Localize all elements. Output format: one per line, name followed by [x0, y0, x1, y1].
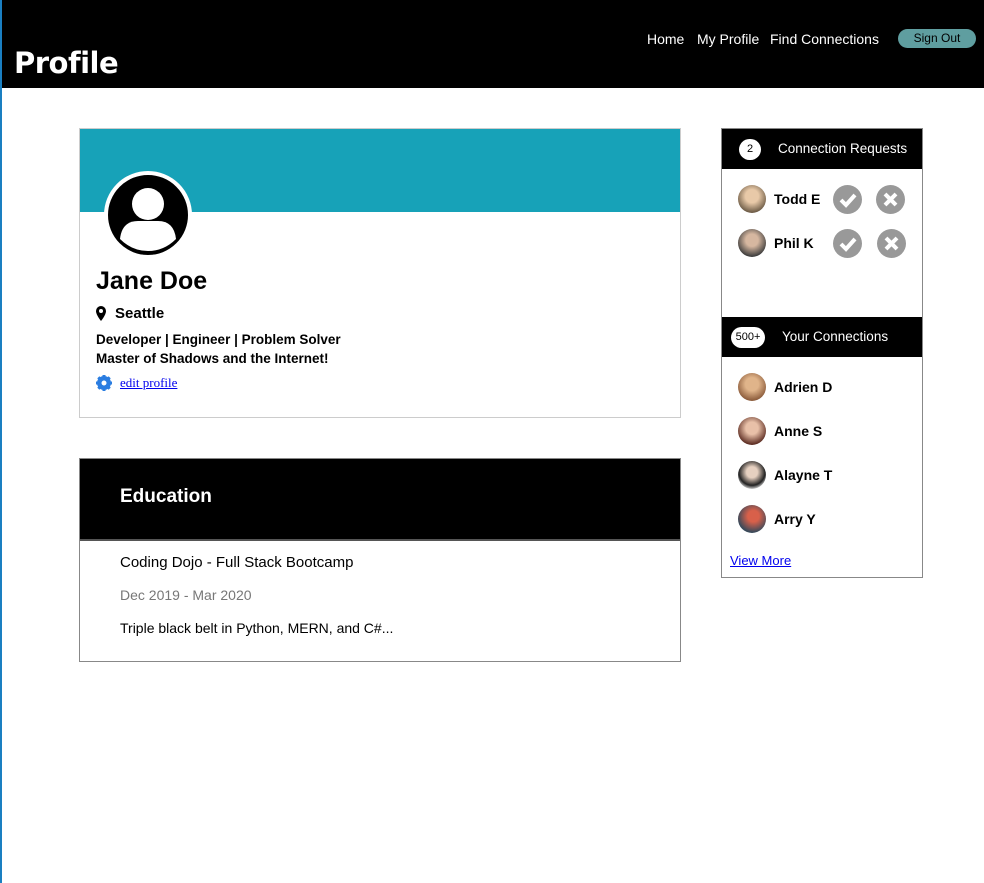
avatar: [738, 505, 766, 533]
avatar: [738, 185, 766, 213]
decline-x-icon[interactable]: [877, 229, 906, 258]
view-more-link[interactable]: View More: [730, 553, 791, 568]
map-pin-icon: [96, 306, 106, 321]
profile-tagline: Developer | Engineer | Problem Solver: [96, 332, 341, 347]
top-navbar: Profile Home My Profile Find Connections…: [2, 0, 984, 88]
edit-profile-link[interactable]: edit profile: [120, 375, 177, 391]
education-school: Coding Dojo - Full Stack Bootcamp: [120, 554, 354, 571]
avatar: [738, 461, 766, 489]
connection-name: Anne S: [774, 423, 823, 439]
education-heading: Education: [80, 459, 680, 541]
education-card: Education Coding Dojo - Full Stack Bootc…: [79, 458, 681, 662]
profile-location: Seattle: [96, 305, 164, 322]
education-dates: Dec 2019 - Mar 2020: [120, 587, 252, 603]
nav-my-profile[interactable]: My Profile: [697, 31, 759, 47]
education-description: Triple black belt in Python, MERN, and C…: [120, 620, 394, 636]
edit-profile: edit profile: [96, 375, 177, 391]
profile-name: Jane Doe: [96, 267, 208, 295]
connection-name: Alayne T: [774, 467, 833, 483]
connections-header: 500+ Your Connections: [722, 317, 922, 357]
accept-check-icon[interactable]: [833, 185, 862, 214]
request-item: Todd E: [738, 185, 820, 213]
connection-item[interactable]: Adrien D: [738, 373, 832, 401]
avatar: [738, 373, 766, 401]
avatar: [738, 229, 766, 257]
avatar: [104, 171, 192, 259]
location-text: Seattle: [115, 305, 165, 322]
request-name: Todd E: [774, 191, 821, 207]
profile-card: Jane Doe Seattle Developer | Engineer | …: [79, 128, 681, 418]
gear-icon: [96, 375, 112, 391]
connection-name: Adrien D: [774, 379, 833, 395]
connection-item[interactable]: Anne S: [738, 417, 822, 445]
nav-find-connections[interactable]: Find Connections: [770, 31, 879, 47]
profile-bio: Master of Shadows and the Internet!: [96, 351, 329, 366]
avatar: [738, 417, 766, 445]
brand-title: Profile: [14, 46, 119, 80]
nav-home[interactable]: Home: [647, 31, 684, 47]
connection-item[interactable]: Arry Y: [738, 505, 816, 533]
accept-check-icon[interactable]: [833, 229, 862, 258]
connections-title: Your Connections: [782, 329, 889, 344]
requests-title: Connection Requests: [778, 141, 908, 156]
request-item: Phil K: [738, 229, 814, 257]
decline-x-icon[interactable]: [876, 185, 905, 214]
connections-sidebar: 2 Connection Requests Todd E Phil K 500+…: [721, 128, 923, 578]
request-name: Phil K: [774, 235, 814, 251]
connection-name: Arry Y: [774, 511, 816, 527]
sign-out-button[interactable]: Sign Out: [898, 29, 976, 48]
connections-count-badge: 500+: [731, 327, 765, 348]
requests-count-badge: 2: [739, 139, 761, 160]
connection-item[interactable]: Alayne T: [738, 461, 832, 489]
requests-header: 2 Connection Requests: [722, 129, 922, 169]
